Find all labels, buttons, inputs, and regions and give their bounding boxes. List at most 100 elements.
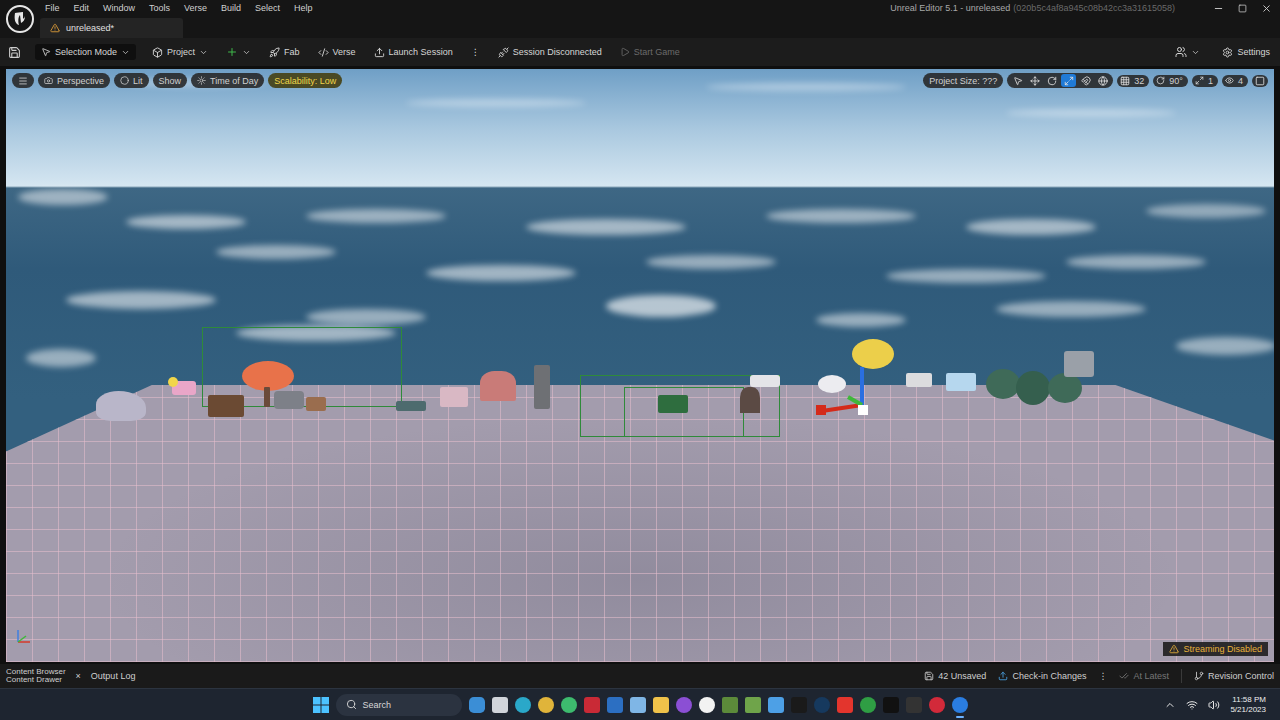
menu-item[interactable]: Edit [74, 3, 90, 13]
taskbar-app-icon[interactable] [791, 697, 807, 713]
taskbar-app-icon[interactable] [515, 697, 531, 713]
arch[interactable] [740, 387, 760, 413]
viewport-option-button[interactable]: Scalability: Low [268, 73, 342, 88]
blue-booth[interactable] [946, 373, 976, 391]
more-button[interactable]: ⋮ [469, 44, 482, 60]
small-props[interactable] [396, 401, 426, 411]
coordinate-space-button[interactable] [1095, 74, 1110, 87]
transform-tool-button[interactable] [1027, 74, 1042, 87]
pink-hut[interactable] [480, 371, 516, 401]
tree-trunk[interactable] [264, 387, 270, 407]
menu-item[interactable]: Tools [149, 3, 170, 13]
surface-snap-button[interactable] [1078, 74, 1093, 87]
viewport-option-button[interactable]: Time of Day [191, 73, 264, 88]
taskbar-app-icon[interactable] [676, 697, 692, 713]
taskbar-search[interactable]: Search [336, 694, 462, 716]
transform-tool-button[interactable] [1061, 74, 1076, 87]
viewport-option-button[interactable]: Show [153, 73, 188, 88]
viewport-option-button[interactable]: Lit [114, 73, 149, 88]
close-icon[interactable] [1261, 3, 1272, 14]
check-in-button[interactable]: Check-in Changes [998, 671, 1086, 681]
close-button[interactable]: × [76, 671, 81, 681]
tower[interactable] [534, 365, 550, 409]
menu-item[interactable]: Help [294, 3, 313, 13]
taskbar-app-icon[interactable] [860, 697, 876, 713]
transform-tool-button[interactable] [1010, 74, 1025, 87]
launch-session-button[interactable]: Launch Session [372, 44, 455, 61]
grey-prop[interactable] [274, 391, 304, 409]
menu-item[interactable]: Window [103, 3, 135, 13]
taskbar-app-icon[interactable] [538, 697, 554, 713]
viewport-menu-button[interactable] [12, 73, 34, 88]
start-button[interactable] [313, 697, 329, 713]
menu-item[interactable]: Select [255, 3, 280, 13]
project-button[interactable]: Project [150, 44, 210, 61]
yellow-tree[interactable] [852, 339, 894, 369]
settings-button[interactable]: Settings [1220, 44, 1272, 61]
verse-button[interactable]: Verse [316, 44, 358, 61]
maximize-icon[interactable] [1238, 4, 1247, 13]
grid-snap[interactable]: 32 [1117, 75, 1149, 87]
content-drawer-button[interactable]: Content BrowserContent Drawer [6, 668, 66, 684]
cart[interactable] [906, 373, 932, 387]
wifi-icon[interactable] [1186, 699, 1198, 711]
taskbar-app-icon[interactable] [584, 697, 600, 713]
pink-stand[interactable] [440, 387, 468, 407]
wood-stall[interactable] [208, 395, 244, 417]
transform-gizmo[interactable] [812, 361, 872, 421]
taskbar-app-icon[interactable] [561, 697, 577, 713]
rock[interactable] [96, 391, 146, 421]
revision-control-button[interactable]: Revision Control [1194, 671, 1274, 681]
menu-item[interactable]: Verse [184, 3, 207, 13]
start-game-button[interactable]: Start Game [618, 44, 682, 60]
ramp[interactable] [306, 397, 326, 411]
project-size-button[interactable]: Project Size: ??? [923, 73, 1003, 88]
fab-button[interactable]: Fab [267, 44, 302, 61]
layout-button[interactable] [1252, 75, 1268, 87]
volume-icon[interactable] [1208, 699, 1220, 711]
transform-tool-button[interactable] [1044, 74, 1059, 87]
selection-mode-button[interactable]: Selection Mode [35, 44, 136, 60]
clock[interactable]: 11:58 PM5/21/2023 [1230, 695, 1266, 715]
taskbar-app-icon[interactable] [768, 697, 784, 713]
taskbar-app-icon[interactable] [814, 697, 830, 713]
taskbar-app-icon[interactable] [745, 697, 761, 713]
taskbar-app-icon[interactable] [492, 697, 508, 713]
document-tab[interactable]: unreleased* [40, 18, 183, 38]
camera-speed[interactable]: 4 [1222, 75, 1248, 87]
taskbar-app-icon[interactable] [837, 697, 853, 713]
taskbar-app-icon[interactable] [630, 697, 646, 713]
minimize-icon[interactable] [1213, 3, 1224, 14]
unreal-taskbar-icon[interactable] [952, 697, 968, 713]
collaborators-button[interactable] [1173, 43, 1202, 61]
more-button[interactable]: ⋮ [1098, 671, 1107, 681]
taskbar-app-icon[interactable] [722, 697, 738, 713]
unsaved-count[interactable]: 42 Unsaved [924, 671, 986, 681]
crates[interactable] [658, 395, 688, 413]
white-car[interactable] [750, 375, 780, 387]
taskbar-app-icon[interactable] [883, 697, 899, 713]
add-button[interactable] [224, 43, 253, 61]
save-icon[interactable] [8, 46, 21, 59]
scale-snap[interactable]: 1 [1192, 75, 1218, 87]
yellow-star[interactable] [168, 377, 178, 387]
bush-1[interactable] [986, 369, 1020, 399]
menu-item[interactable]: File [45, 3, 60, 13]
taskbar-app-icon[interactable] [929, 697, 945, 713]
output-log-button[interactable]: Output Log [91, 671, 136, 681]
angle-snap[interactable]: 90° [1153, 75, 1188, 87]
taskbar-app-icon[interactable] [469, 697, 485, 713]
white-dome[interactable] [818, 375, 846, 393]
taskbar-app-icon[interactable] [906, 697, 922, 713]
viewport-option-button[interactable]: Perspective [38, 73, 110, 88]
menu-item[interactable]: Build [221, 3, 241, 13]
bush-2[interactable] [1016, 371, 1050, 405]
watch-tower[interactable] [1064, 351, 1094, 377]
bush-3[interactable] [1048, 373, 1082, 403]
unreal-logo[interactable] [0, 0, 40, 38]
taskbar-app-icon[interactable] [607, 697, 623, 713]
chevron-up-icon[interactable] [1164, 699, 1176, 711]
taskbar-app-icon[interactable] [653, 697, 669, 713]
taskbar-app-icon[interactable] [699, 697, 715, 713]
level-viewport[interactable]: Perspective Lit ShowTime of Day Scalability… [6, 69, 1274, 662]
